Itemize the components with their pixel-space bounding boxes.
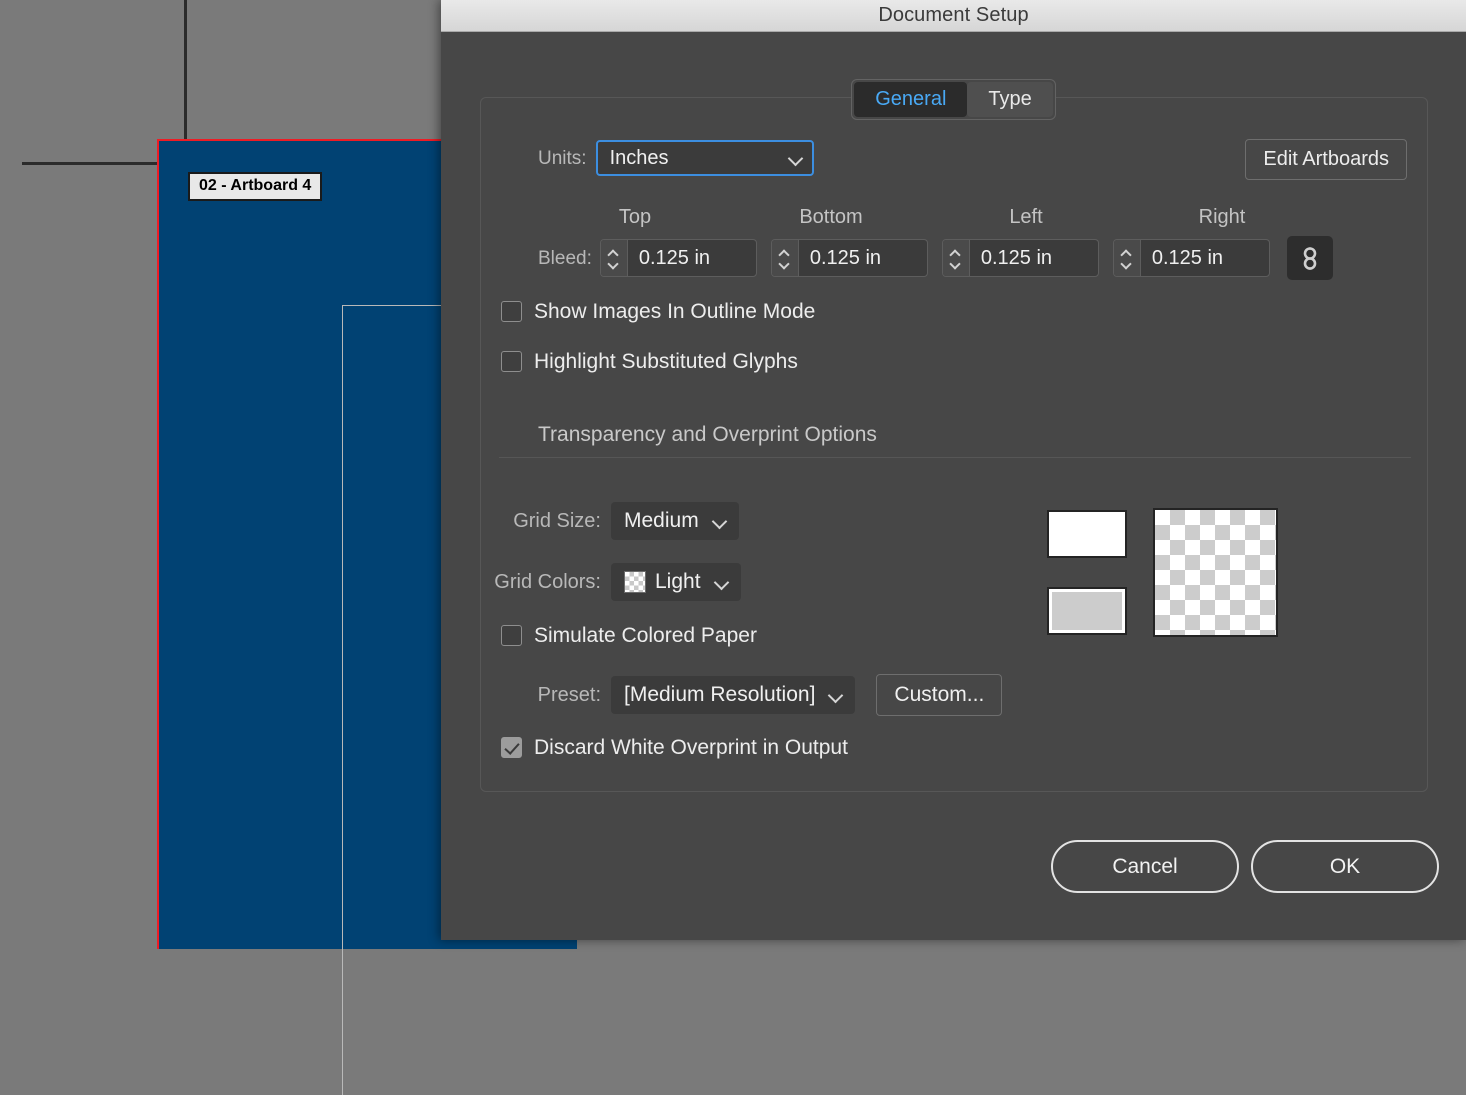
units-value: Inches [610, 147, 789, 170]
grid-colors-row: Grid Colors: Light [453, 563, 741, 601]
checkbox-box[interactable] [501, 351, 522, 372]
section-title: Transparency and Overprint Options [499, 423, 1411, 447]
vertical-guide-line [184, 0, 187, 141]
tab-group: General Type [851, 79, 1056, 120]
transparency-grid-preview [1153, 508, 1278, 637]
bleed-top-stepper[interactable]: 0.125 in [600, 239, 757, 277]
bleed-bottom-input[interactable]: 0.125 in [799, 240, 927, 276]
chevron-down-icon[interactable] [951, 261, 960, 267]
link-chain-icon [1299, 245, 1321, 271]
checkerboard-swatch-icon [624, 571, 646, 593]
checkbox-discard-white-overprint[interactable]: Discard White Overprint in Output [501, 737, 848, 758]
chevron-down-icon [713, 514, 727, 528]
checkbox-label: Discard White Overprint in Output [534, 737, 848, 758]
tab-bar: General Type [441, 79, 1466, 120]
bleed-row: Bleed: 0.125 in 0.125 in [538, 236, 1333, 280]
grid-colors-value: Light [655, 570, 701, 594]
bleed-top-input[interactable]: 0.125 in [628, 240, 756, 276]
grid-size-row: Grid Size: Medium [453, 502, 739, 540]
preset-row: Preset: [Medium Resolution] Custom... [453, 674, 1002, 716]
checkbox-label: Simulate Colored Paper [534, 625, 757, 646]
stepper-arrows-icon[interactable] [943, 240, 970, 276]
checkbox-box[interactable] [501, 625, 522, 646]
checkbox-highlight-substituted-glyphs[interactable]: Highlight Substituted Glyphs [501, 351, 798, 372]
edit-artboards-button[interactable]: Edit Artboards [1245, 139, 1407, 180]
checkbox-simulate-colored-paper[interactable]: Simulate Colored Paper [501, 625, 757, 646]
chevron-down-icon [789, 151, 803, 165]
chevron-up-icon[interactable] [951, 250, 960, 256]
document-setup-dialog: Document Setup General Type Units: Inche… [441, 0, 1466, 940]
artboard-name-label[interactable]: 02 - Artboard 4 [188, 172, 322, 201]
dialog-footer: Cancel OK [1051, 840, 1439, 893]
transparency-section-header: Transparency and Overprint Options [499, 423, 1411, 458]
bleed-right-stepper[interactable]: 0.125 in [1113, 239, 1270, 277]
chevron-down-icon [829, 688, 843, 702]
chevron-down-icon[interactable] [1122, 261, 1131, 267]
bleed-bottom-stepper[interactable]: 0.125 in [771, 239, 928, 277]
chevron-down-icon[interactable] [609, 261, 618, 267]
checkbox-show-images-outline[interactable]: Show Images In Outline Mode [501, 301, 815, 322]
grid-size-value: Medium [624, 509, 699, 533]
stepper-arrows-icon[interactable] [772, 240, 799, 276]
grid-size-select[interactable]: Medium [611, 502, 739, 540]
grid-color-swatch-dark[interactable] [1047, 587, 1127, 635]
grid-size-label: Grid Size: [453, 511, 601, 531]
bleed-header-bottom: Bottom [756, 206, 906, 229]
dialog-title: Document Setup [878, 4, 1028, 27]
checkbox-box[interactable] [501, 301, 522, 322]
horizontal-guide-line [22, 162, 158, 165]
cancel-button[interactable]: Cancel [1051, 840, 1239, 893]
checkbox-label: Show Images In Outline Mode [534, 301, 815, 322]
grid-colors-label: Grid Colors: [453, 572, 601, 592]
grid-color-swatch-light[interactable] [1047, 510, 1127, 558]
general-settings-panel: Units: Inches Edit Artboards Top Bottom … [480, 97, 1428, 792]
bleed-header-top: Top [560, 206, 710, 229]
tab-type[interactable]: Type [967, 82, 1052, 117]
bleed-column-headers: Top Bottom Left Right [538, 206, 1408, 230]
preset-label: Preset: [453, 685, 601, 705]
stepper-arrows-icon[interactable] [601, 240, 628, 276]
chevron-up-icon[interactable] [780, 250, 789, 256]
custom-button[interactable]: Custom... [876, 674, 1002, 716]
checkbox-label: Highlight Substituted Glyphs [534, 351, 798, 372]
chevron-down-icon[interactable] [780, 261, 789, 267]
bleed-right-input[interactable]: 0.125 in [1141, 240, 1269, 276]
units-select[interactable]: Inches [596, 140, 814, 176]
tab-general[interactable]: General [854, 82, 967, 117]
grid-colors-select[interactable]: Light [611, 563, 741, 601]
bleed-link-toggle-button[interactable] [1287, 236, 1333, 280]
bleed-header-right: Right [1147, 206, 1297, 229]
bleed-header-left: Left [951, 206, 1101, 229]
bleed-left-input[interactable]: 0.125 in [970, 240, 1098, 276]
preset-value: [Medium Resolution] [624, 683, 815, 707]
preset-select[interactable]: [Medium Resolution] [611, 676, 855, 714]
dialog-titlebar[interactable]: Document Setup [441, 0, 1466, 32]
chevron-up-icon[interactable] [609, 250, 618, 256]
checkbox-box[interactable] [501, 737, 522, 758]
units-row: Units: Inches [538, 140, 814, 176]
chevron-up-icon[interactable] [1122, 250, 1131, 256]
bleed-left-stepper[interactable]: 0.125 in [942, 239, 1099, 277]
chevron-down-icon [715, 575, 729, 589]
stepper-arrows-icon[interactable] [1114, 240, 1141, 276]
units-label: Units: [538, 149, 587, 168]
bleed-label: Bleed: [538, 249, 592, 268]
ok-button[interactable]: OK [1251, 840, 1439, 893]
section-divider [499, 457, 1411, 458]
